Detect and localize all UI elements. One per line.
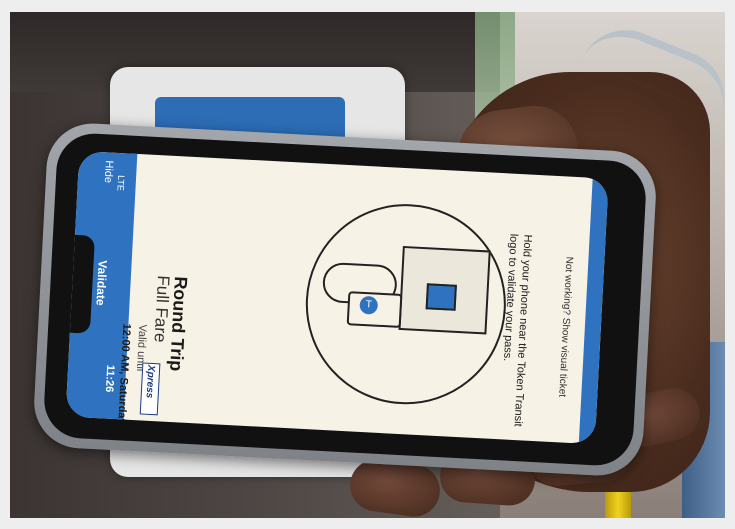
show-visual-ticket-link[interactable]: Not working? Show visual ticket xyxy=(556,256,574,397)
validate-tab[interactable]: Validate xyxy=(93,260,109,306)
smartphone: 11:26 LTE Validate Hide Round Trip Full … xyxy=(31,121,659,478)
phone-notch xyxy=(65,234,95,334)
phone-bezel: 11:26 LTE Validate Hide Round Trip Full … xyxy=(42,131,648,468)
status-network: LTE xyxy=(115,174,127,192)
hide-button[interactable]: Hide xyxy=(102,160,115,183)
phone-screen: 11:26 LTE Validate Hide Round Trip Full … xyxy=(65,150,609,445)
illustration-logo-target xyxy=(425,283,457,311)
fare-type: Full Fare xyxy=(150,274,173,343)
status-time: 11:26 xyxy=(102,364,117,393)
tap-illustration: T xyxy=(300,199,511,410)
agency-logo-text: Xpress xyxy=(143,364,157,399)
app-footer xyxy=(578,177,609,445)
photo: 11:26 LTE Validate Hide Round Trip Full … xyxy=(10,12,725,518)
